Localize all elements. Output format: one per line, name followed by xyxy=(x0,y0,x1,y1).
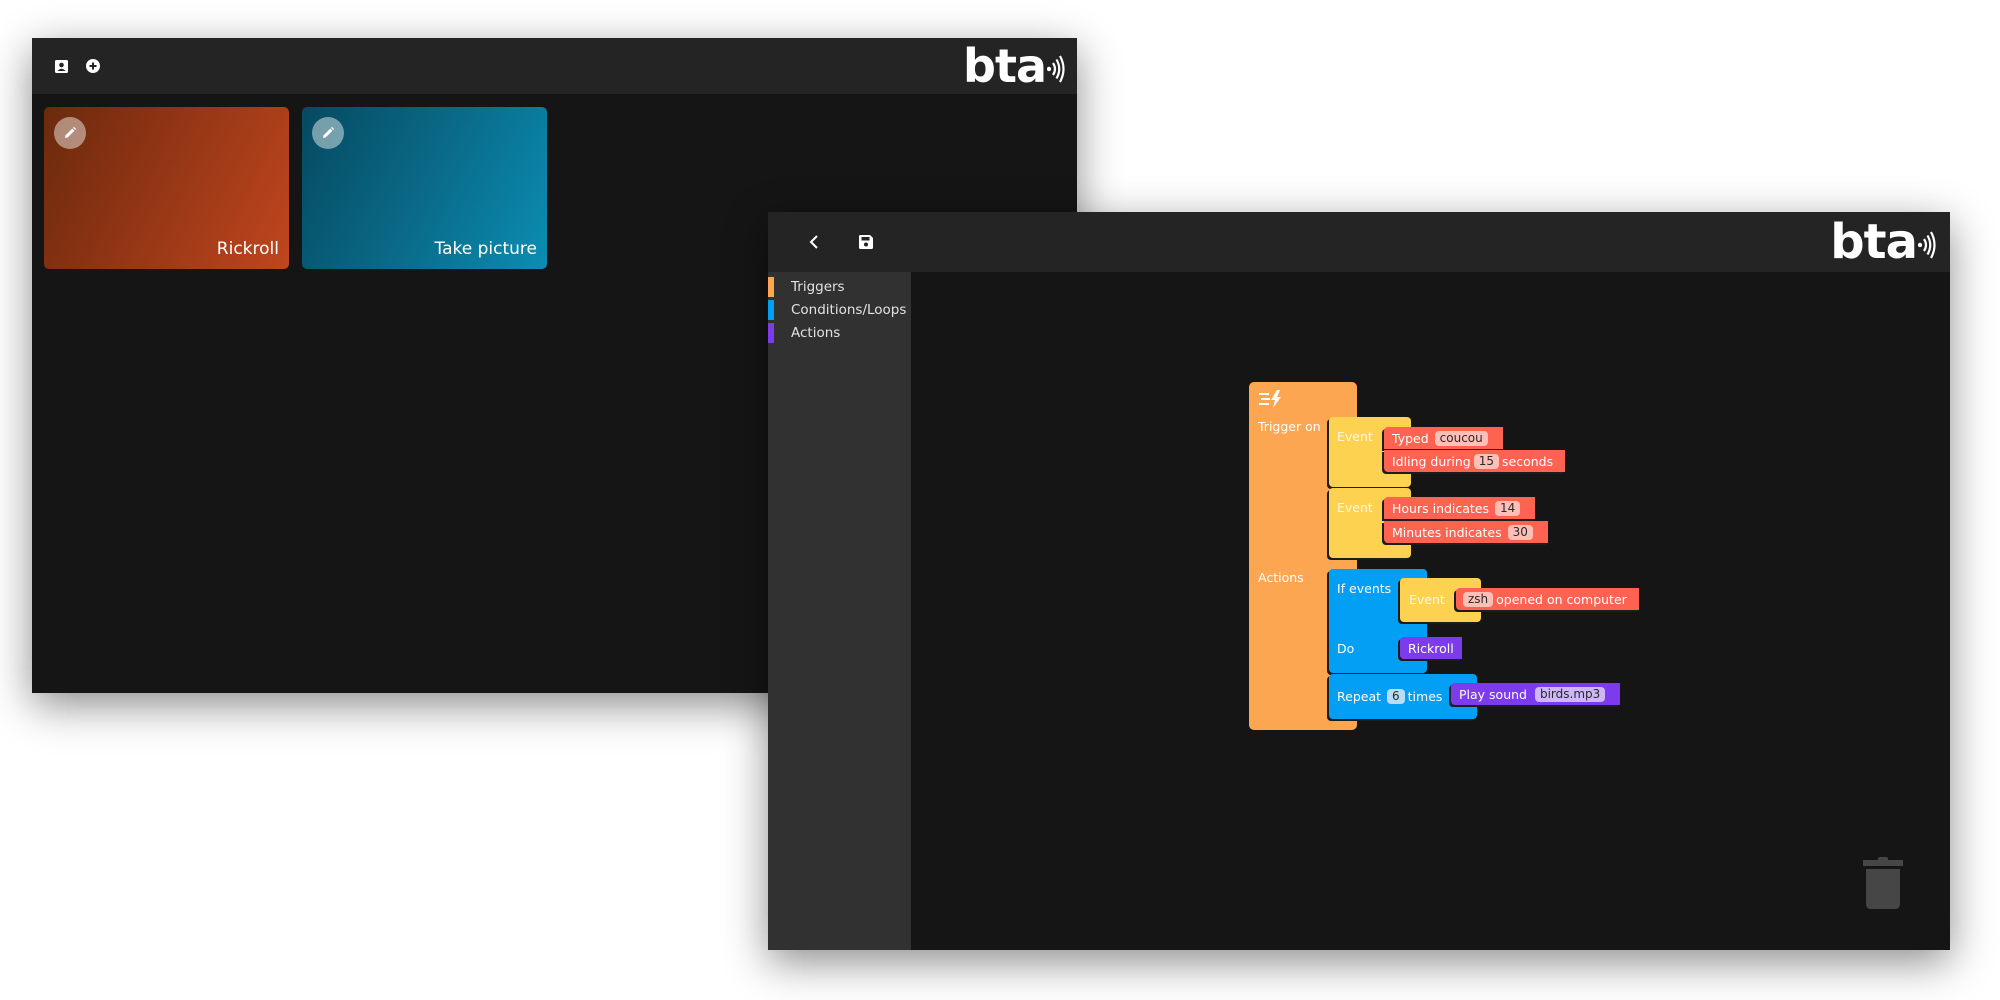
category-label: Triggers xyxy=(791,279,845,295)
condition-label: Typed xyxy=(1392,430,1429,446)
condition-value-input[interactable]: coucou xyxy=(1434,430,1488,446)
trash-can-icon[interactable] xyxy=(1863,857,1903,913)
condition-value-input[interactable]: 30 xyxy=(1507,524,1533,540)
category-color-swatch xyxy=(768,300,774,320)
action-label: Play sound xyxy=(1459,686,1527,702)
repeat-count-input[interactable]: 6 xyxy=(1387,688,1405,704)
pencil-icon[interactable] xyxy=(54,117,86,149)
condition-block-typed[interactable]: Typed coucou xyxy=(1384,427,1503,449)
condition-block-hours[interactable]: Hours indicates 14 xyxy=(1384,497,1536,519)
condition-block-idling[interactable]: Idling during 15 seconds xyxy=(1384,450,1566,472)
event-label: Event xyxy=(1337,429,1373,444)
event-label: Event xyxy=(1409,592,1445,607)
bta-logo: bta xyxy=(963,39,1065,93)
condition-label: Hours indicates xyxy=(1392,500,1490,516)
condition-value-input[interactable]: zsh xyxy=(1463,591,1494,607)
card-title: Take picture xyxy=(434,239,537,259)
dashboard-toolbar: bta xyxy=(32,38,1077,94)
scenario-card-take-picture[interactable]: Take picture xyxy=(302,107,547,269)
category-label: Actions xyxy=(791,325,841,341)
actions-label: Actions xyxy=(1258,570,1304,585)
contact-card-icon[interactable] xyxy=(52,57,70,75)
action-label: Rickroll xyxy=(1408,640,1454,656)
logo-text: bta xyxy=(963,39,1047,93)
condition-value-input[interactable]: 15 xyxy=(1473,453,1500,469)
category-actions[interactable]: Actions xyxy=(768,323,840,343)
category-color-swatch xyxy=(768,323,774,343)
card-title: Rickroll xyxy=(216,239,279,259)
condition-suffix: seconds xyxy=(1502,453,1554,469)
action-block-play-sound[interactable]: Play sound birds.mp3 xyxy=(1451,683,1621,705)
category-color-swatch xyxy=(768,277,774,297)
condition-label: Idling during xyxy=(1392,453,1471,469)
editor-window: bta Triggers Conditions/Loops Actions Tr… xyxy=(768,212,1950,950)
repeat-label: Repeat xyxy=(1337,688,1382,704)
sound-file-input[interactable]: birds.mp3 xyxy=(1534,686,1606,702)
block-workspace: Trigger on Actions Event Typed coucou Id… xyxy=(911,272,1950,950)
block-category-sidebar: Triggers Conditions/Loops Actions xyxy=(768,272,911,950)
editor-toolbar: bta xyxy=(768,212,1950,272)
category-triggers[interactable]: Triggers xyxy=(768,277,845,297)
sound-waves-icon xyxy=(1047,55,1065,83)
category-conditions-loops[interactable]: Conditions/Loops xyxy=(768,300,906,320)
sound-waves-icon xyxy=(1918,231,1936,259)
condition-suffix: opened on computer xyxy=(1496,591,1627,607)
if-events-label: If events xyxy=(1337,581,1392,596)
condition-block-minutes[interactable]: Minutes indicates 30 xyxy=(1384,521,1548,543)
condition-block-app-opened[interactable]: zsh opened on computer xyxy=(1456,588,1639,610)
chevron-left-icon[interactable] xyxy=(805,233,823,251)
floppy-disk-icon[interactable] xyxy=(857,233,875,251)
do-label: Do xyxy=(1337,641,1355,656)
action-block-rickroll[interactable]: Rickroll xyxy=(1400,637,1462,659)
bta-logo: bta xyxy=(1830,214,1936,270)
condition-value-input[interactable]: 14 xyxy=(1495,500,1521,516)
scenario-card-rickroll[interactable]: Rickroll xyxy=(44,107,289,269)
condition-label: Minutes indicates xyxy=(1392,524,1502,540)
event-label: Event xyxy=(1337,500,1373,515)
add-circle-icon[interactable] xyxy=(84,57,102,75)
pencil-icon[interactable] xyxy=(312,117,344,149)
category-label: Conditions/Loops xyxy=(791,302,907,318)
trigger-lightning-icon xyxy=(1259,390,1281,408)
logo-text: bta xyxy=(1830,214,1918,270)
trigger-on-label: Trigger on xyxy=(1258,419,1321,434)
repeat-suffix: times xyxy=(1407,688,1443,704)
